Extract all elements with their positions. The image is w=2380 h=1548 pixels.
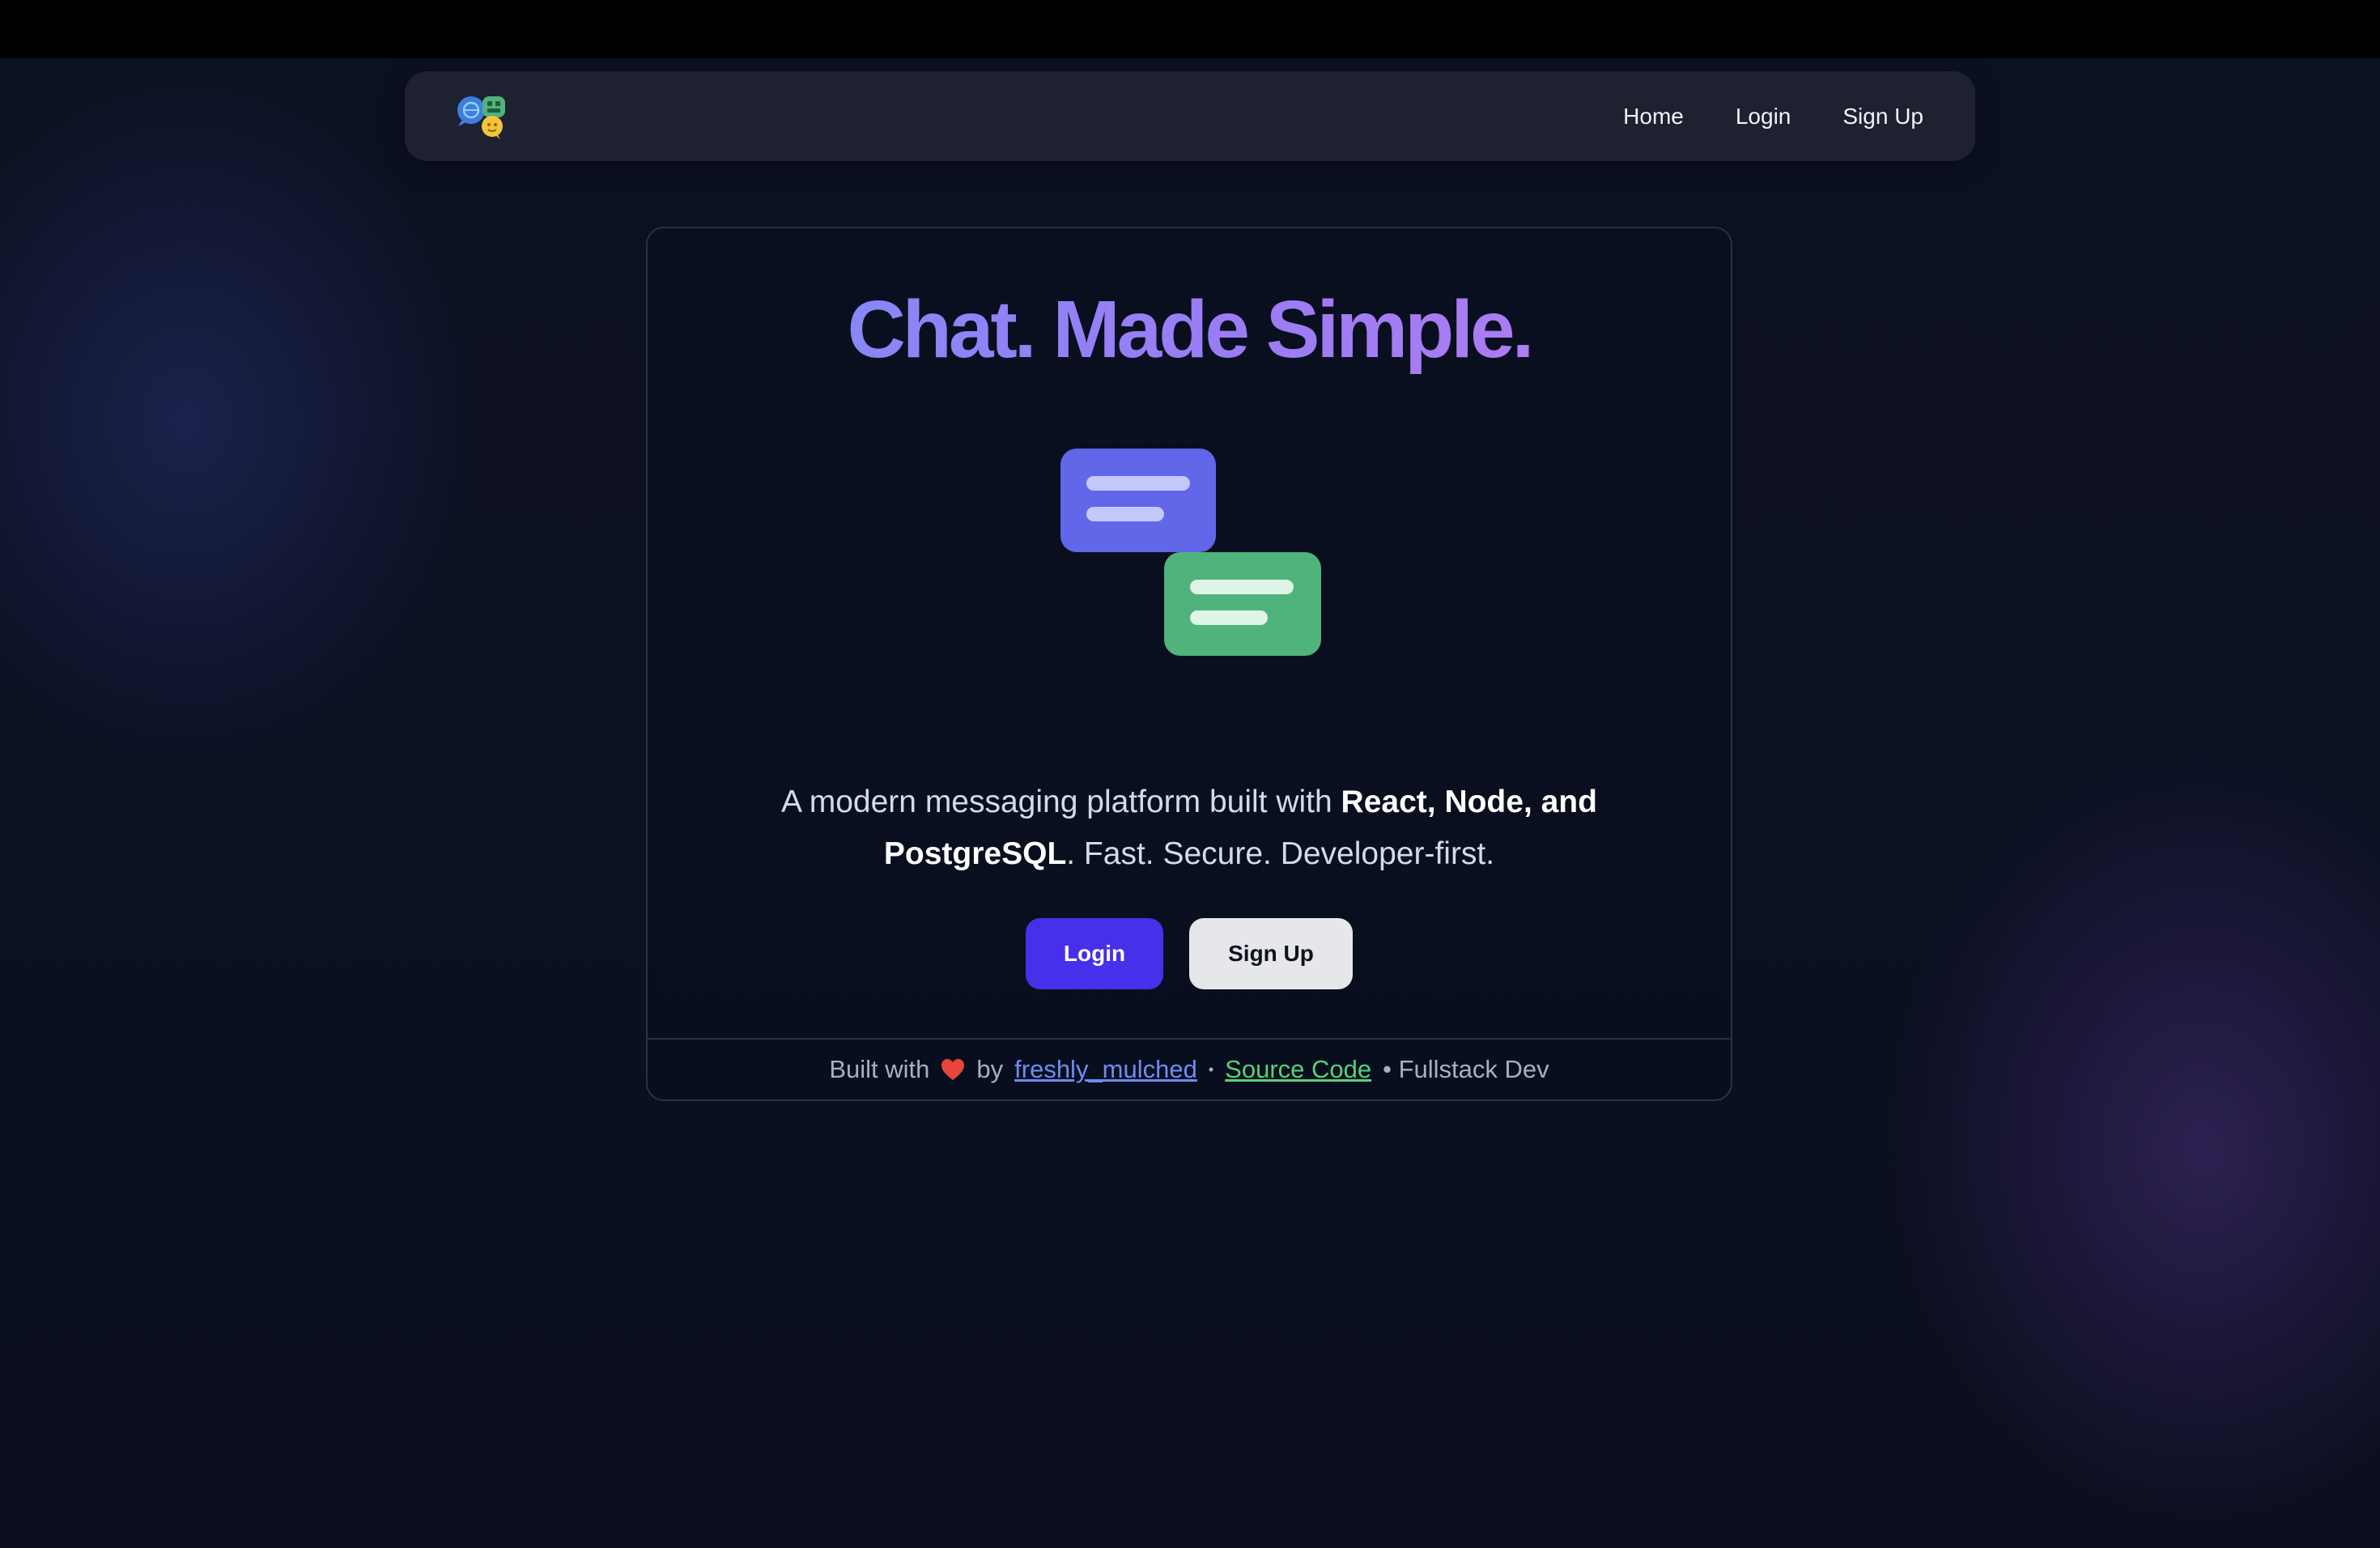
nav-links: Home Login Sign Up [1623,71,1923,161]
hero-card: Chat. Made Simple. A modern messaging pl… [646,227,1732,1101]
navbar: Home Login Sign Up [405,71,1975,161]
card-footer: Built with by freshly_mulched • Source C… [648,1038,1731,1099]
chat-bubbles-illustration-icon [1060,449,1321,656]
login-button[interactable]: Login [1026,918,1163,989]
author-link[interactable]: freshly_mulched [1014,1055,1197,1084]
tagline-prefix: A modern messaging platform built with [781,785,1341,819]
signup-button[interactable]: Sign Up [1189,918,1353,989]
footer-role: • Fullstack Dev [1383,1055,1549,1083]
tagline-tech-stack: React, Node, and [1341,785,1597,819]
cta-buttons: Login Sign Up [648,918,1731,989]
heart-icon [941,1059,965,1080]
tagline-database: PostgreSQL [883,836,1067,871]
footer-built-with: Built with [829,1055,930,1083]
nav-signup-link[interactable]: Sign Up [1842,104,1923,130]
nav-home-link[interactable]: Home [1623,104,1684,130]
footer-by: by [976,1055,1004,1083]
chat-bubbles-logo-icon[interactable] [455,94,508,139]
footer-separator: • [1208,1061,1214,1078]
hero-tagline: A modern messaging platform built with R… [648,776,1731,880]
browser-top-bar [0,0,2380,58]
tagline-suffix: . Fast. Secure. Developer-first. [1066,836,1495,871]
hero-headline: Chat. Made Simple. [648,281,1731,378]
page: Home Login Sign Up Chat. Made Simple. A … [0,0,2380,1548]
source-code-link[interactable]: Source Code [1225,1055,1371,1084]
nav-login-link[interactable]: Login [1736,104,1791,130]
